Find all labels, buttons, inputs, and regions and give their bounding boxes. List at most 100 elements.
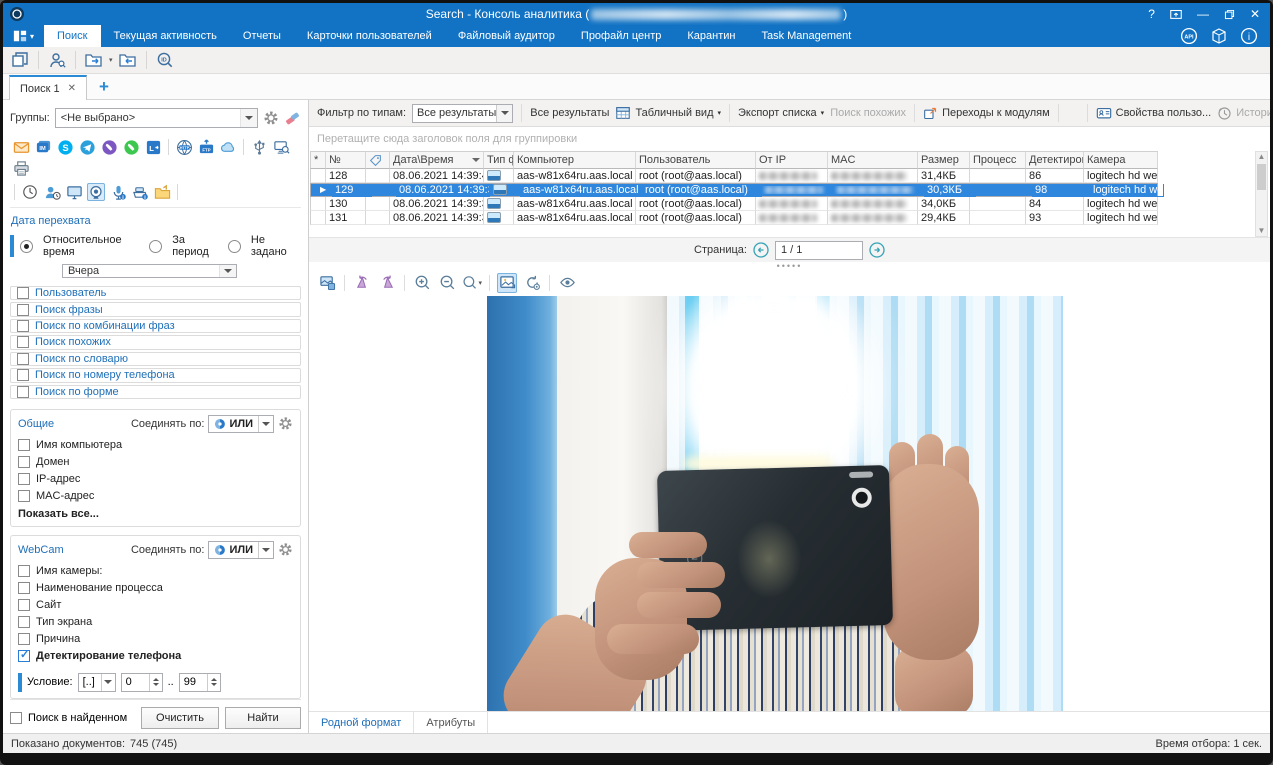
col-user[interactable]: Пользователь: [636, 152, 756, 169]
menu-tab-profile-center[interactable]: Профайл центр: [568, 25, 674, 47]
fit-to-window-button[interactable]: [497, 273, 517, 293]
condition-operator-select[interactable]: [..]: [78, 673, 116, 692]
export-query-button[interactable]: [83, 49, 105, 71]
clear-button[interactable]: Очистить: [141, 707, 219, 729]
col-from-ip[interactable]: От IP: [756, 152, 828, 169]
common-ip-address[interactable]: IP-адрес: [18, 471, 293, 488]
zoom-level-dropdown[interactable]: ▾: [462, 273, 482, 293]
refresh-image-button[interactable]: [522, 273, 542, 293]
webcam-site[interactable]: Сайт: [18, 597, 293, 614]
user-properties-button[interactable]: Свойства пользо...: [1096, 105, 1212, 121]
monitor-channel-icon[interactable]: [65, 183, 83, 201]
table-row-131[interactable]: 131 08.06.2021 14:39:33 aas-w81x64ru.aas…: [310, 211, 1158, 225]
viber-channel-icon[interactable]: [100, 138, 118, 156]
add-tab-button[interactable]: +: [99, 77, 109, 99]
condition-to-stepper[interactable]: 99: [179, 673, 221, 692]
page-input[interactable]: [775, 241, 863, 260]
next-page-icon[interactable]: [869, 242, 885, 258]
col-num[interactable]: №: [326, 152, 366, 169]
user-activity-channel-icon[interactable]: [43, 183, 61, 201]
prev-page-icon[interactable]: [753, 242, 769, 258]
col-tag[interactable]: [366, 152, 390, 169]
splitter-handle[interactable]: •••••: [309, 262, 1270, 270]
col-datetime[interactable]: Дата\Время: [390, 152, 484, 169]
time-channel-icon[interactable]: [21, 183, 39, 201]
col-filetype[interactable]: Тип фа: [484, 152, 514, 169]
id-search-button[interactable]: [154, 49, 176, 71]
window-tray-icon[interactable]: [1169, 7, 1183, 21]
checkbox[interactable]: [17, 304, 29, 316]
mail-channel-icon[interactable]: [12, 138, 30, 156]
rotate-right-button[interactable]: [377, 273, 397, 293]
table-view-button[interactable]: Табличный вид▾: [615, 105, 721, 121]
webcam-settings-icon[interactable]: [278, 542, 293, 557]
table-row-130[interactable]: 130 08.06.2021 14:39:36 aas-w81x64ru.aas…: [310, 197, 1158, 211]
find-button[interactable]: Найти: [225, 707, 301, 729]
menu-tab-quarantine[interactable]: Карантин: [674, 25, 748, 47]
menu-tab-user-cards[interactable]: Карточки пользователей: [294, 25, 445, 47]
usb-channel-icon[interactable]: [250, 138, 268, 156]
cloud-channel-icon[interactable]: [219, 138, 237, 156]
skype-channel-icon[interactable]: [56, 138, 74, 156]
microphone-channel-icon[interactable]: [109, 183, 127, 201]
groups-select[interactable]: <Не выбрано>: [55, 108, 258, 128]
folder-channel-icon[interactable]: [153, 183, 171, 201]
radio-not-set[interactable]: [228, 240, 241, 253]
common-computer-name[interactable]: Имя компьютера: [18, 437, 293, 454]
restore-button[interactable]: [1223, 8, 1236, 21]
rotate-left-button[interactable]: [352, 273, 372, 293]
search-tab[interactable]: Поиск 1 ✕: [9, 75, 87, 100]
cascade-windows-button[interactable]: [9, 49, 31, 71]
export-query-caret[interactable]: ▾: [109, 56, 113, 64]
zoom-in-button[interactable]: [412, 273, 432, 293]
tab-native-format[interactable]: Родной формат: [309, 712, 414, 733]
groups-settings-icon[interactable]: [263, 110, 279, 126]
col-computer[interactable]: Компьютер: [514, 152, 636, 169]
table-row-129-selected[interactable]: ▶ 129 08.06.2021 14:39:38 aas-w81x64ru.a…: [310, 183, 1158, 197]
info-icon[interactable]: [1240, 27, 1258, 45]
webcam-process-name[interactable]: Наименование процесса: [18, 580, 293, 597]
col-process[interactable]: Процесс: [970, 152, 1026, 169]
criterion-form[interactable]: Поиск по форме: [10, 385, 301, 399]
col-camera[interactable]: Камера: [1084, 152, 1158, 169]
tab-attributes[interactable]: Атрибуты: [414, 712, 488, 733]
col-detected[interactable]: Детектирова: [1026, 152, 1084, 169]
table-row-128[interactable]: 128 08.06.2021 14:39:41 aas-w81x64ru.aas…: [310, 169, 1158, 183]
import-query-button[interactable]: [117, 49, 139, 71]
criterion-similar[interactable]: Поиск похожих: [10, 335, 301, 349]
export-cube-icon[interactable]: [1210, 27, 1228, 45]
radio-relative-time[interactable]: [20, 240, 33, 253]
col-size[interactable]: Размер: [918, 152, 970, 169]
telegram-channel-icon[interactable]: [78, 138, 96, 156]
close-tab-icon[interactable]: ✕: [68, 83, 76, 94]
table-header[interactable]: * № Дата\Время Тип фа Компьютер Пользова…: [310, 151, 1158, 169]
show-all-link[interactable]: Показать все...: [18, 508, 293, 520]
save-image-button[interactable]: [317, 273, 337, 293]
menu-tab-reports[interactable]: Отчеты: [230, 25, 294, 47]
webcam-screen-type[interactable]: Тип экрана: [18, 614, 293, 631]
close-button[interactable]: ✕: [1250, 7, 1260, 21]
webcam-channel-icon[interactable]: [87, 183, 105, 201]
condition-from-stepper[interactable]: 0: [121, 673, 163, 692]
common-mac-address[interactable]: MAC-адрес: [18, 488, 293, 505]
table-scrollbar[interactable]: ▲▼: [1255, 151, 1268, 237]
webcam-join-select[interactable]: ИЛИ: [208, 541, 274, 559]
checkbox[interactable]: [17, 320, 29, 332]
all-results-button[interactable]: Все результаты: [530, 107, 609, 119]
col-mac[interactable]: MAC: [828, 152, 918, 169]
checkbox[interactable]: [17, 336, 29, 348]
radio-period[interactable]: [149, 240, 162, 253]
webcam-reason[interactable]: Причина: [18, 631, 293, 648]
api-icon[interactable]: [1180, 27, 1198, 45]
checkbox[interactable]: [17, 353, 29, 365]
menu-tab-file-auditor[interactable]: Файловый аудитор: [445, 25, 568, 47]
criterion-phrase[interactable]: Поиск фразы: [10, 302, 301, 316]
clear-groups-icon[interactable]: [284, 110, 301, 127]
group-by-bar[interactable]: Перетащите сюда заголовок поля для групп…: [309, 128, 1270, 149]
printer-channel-icon[interactable]: [12, 159, 30, 177]
webcam-camera-name[interactable]: Имя камеры:: [18, 563, 293, 580]
search-in-found-checkbox[interactable]: [10, 712, 22, 724]
help-button[interactable]: ?: [1148, 7, 1155, 21]
minimize-button[interactable]: —: [1197, 7, 1209, 21]
go-to-modules-button[interactable]: Переходы к модулям: [923, 106, 1050, 121]
